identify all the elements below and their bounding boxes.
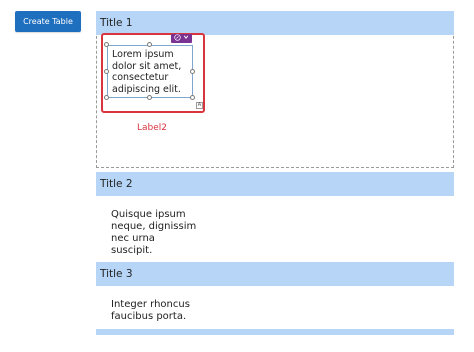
resize-handle-top[interactable] [147, 42, 152, 47]
content-line: nec urna [111, 233, 155, 244]
content-line: faucibus porta. [111, 311, 187, 322]
content-line: neque, dignissim [111, 221, 197, 232]
content-line: Integer rhoncus [111, 299, 190, 310]
label-action-chip[interactable] [171, 34, 192, 43]
section-1-title: Title 1 [96, 11, 454, 35]
label-text-line: dolor sit amet, [112, 60, 182, 72]
section-2-content: Quisque ipsum neque, dignissim nec urna … [111, 209, 196, 257]
chevron-down-icon [183, 35, 189, 42]
content-line: Quisque ipsum [111, 209, 186, 220]
label-text-line: consectetur [112, 72, 169, 83]
control-name-label: Label2 [137, 123, 168, 133]
resize-handle-bottom-right[interactable] [190, 95, 195, 100]
section-4-title-strip [96, 329, 454, 335]
resize-handle-right[interactable] [190, 69, 195, 74]
create-table-button[interactable]: Create Table [15, 11, 81, 32]
label-control-text[interactable]: Lorem ipsum dolor sit amet, consectetur … [112, 49, 181, 95]
label-text-line: adipiscing elit. [112, 83, 181, 95]
pencil-icon [174, 34, 183, 42]
resize-handle-top-left[interactable] [104, 42, 109, 47]
label-text-line: Lorem ipsum [112, 49, 174, 60]
resize-handle-bottom-left[interactable] [104, 95, 109, 100]
content-line: suscipit. [111, 245, 153, 256]
resize-handle-left[interactable] [104, 69, 109, 74]
resize-handle-bottom[interactable] [147, 95, 152, 100]
section-3-content: Integer rhoncus faucibus porta. [111, 299, 190, 323]
section-3-title: Title 3 [96, 262, 454, 286]
section-2-title: Title 2 [96, 172, 454, 196]
autosize-icon[interactable]: A [196, 102, 203, 109]
